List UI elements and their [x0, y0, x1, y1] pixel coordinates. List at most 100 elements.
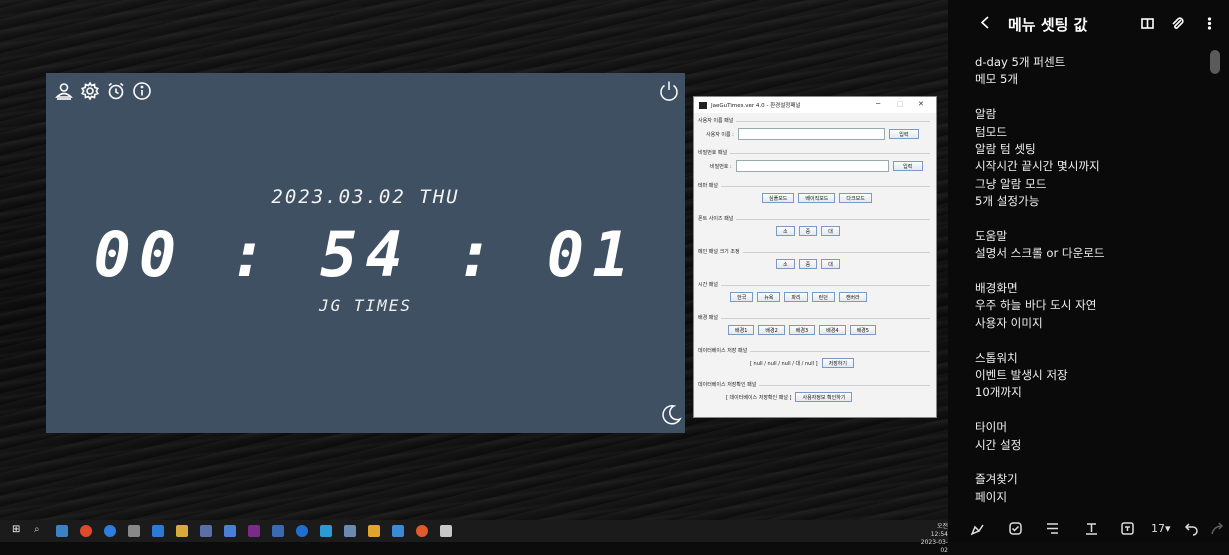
vscode-icon[interactable] — [152, 525, 164, 537]
taskbar-app-icon[interactable] — [272, 525, 284, 537]
notes-body[interactable]: d-day 5개 퍼센트 메모 5개 알람 텀모드 알람 텀 셋팅 시작시간 끝시간 몇시… — [975, 54, 1215, 506]
taskbar-app-icon[interactable] — [296, 525, 308, 537]
taskbar-app-icon[interactable] — [56, 525, 68, 537]
main-size-panel-label: 메인 패널 크기 조정 — [698, 248, 743, 255]
time-canberra-button[interactable]: 캔버라 — [838, 292, 867, 302]
close-icon[interactable]: ✕ — [918, 100, 924, 108]
theme-basic-button[interactable]: 베이직모드 — [798, 193, 836, 203]
power-icon[interactable] — [657, 79, 681, 103]
db-save-panel-label: 데이터베이스 저장 패널 — [698, 347, 751, 354]
book-icon[interactable] — [1140, 16, 1155, 35]
maximize-icon[interactable]: □ — [897, 100, 904, 108]
time-panel: 시간 패널 한국 뉴욕 파리 런던 캔버라 — [698, 281, 930, 308]
note-line — [975, 332, 1215, 349]
java-app-icon — [699, 101, 707, 109]
username-submit-button[interactable]: 입력 — [888, 129, 919, 139]
taskbar-app-icon[interactable] — [320, 525, 332, 537]
gear-icon[interactable] — [80, 81, 100, 101]
username-label: 사용자 이름 : — [706, 131, 734, 138]
notes-panel: 메뉴 셋팅 값 d-day 5개 퍼센트 메모 5개 알람 텀모드 알람 텀 셋팅 시작시… — [948, 0, 1229, 542]
background-2-button[interactable]: 배경2 — [758, 325, 785, 335]
taskbar-app-icon[interactable] — [416, 525, 428, 537]
taskbar-app-icon[interactable] — [176, 525, 188, 537]
time-korea-button[interactable]: 한국 — [730, 292, 754, 302]
db-check-panel-label: 데이터베이스 저장확인 패널 — [698, 381, 760, 388]
taskbar-app-icon[interactable] — [224, 525, 236, 537]
note-line: 이벤트 발생시 저장 — [975, 368, 1068, 383]
windows-start-icon[interactable]: ⊞ — [12, 524, 24, 536]
settings-titlebar[interactable]: JaeGuTimes.ver 4.0 - 환경설정패널 ─ □ ✕ — [694, 97, 936, 113]
text-format-icon[interactable] — [1084, 520, 1099, 536]
note-line: 메모 5개 — [975, 72, 1019, 87]
clock-brand: JG TIMES — [318, 296, 413, 315]
db-check-button[interactable]: 사용자정보 확인하기 — [795, 392, 853, 402]
redo-icon[interactable] — [1210, 520, 1225, 536]
list-format-icon[interactable] — [1045, 520, 1060, 536]
password-label: 비밀번호 : — [710, 163, 732, 170]
note-line — [975, 211, 1215, 228]
taskbar-app-icon[interactable] — [344, 525, 356, 537]
main-size-medium-button[interactable]: 중 — [798, 259, 818, 269]
note-line: 설명서 스크롤 or 다운로드 — [975, 246, 1105, 261]
theme-panel: 테마 패널 심플모드 베이직모드 다크모드 — [698, 182, 930, 209]
taskbar-app-icon[interactable] — [200, 525, 212, 537]
username-panel-label: 사용자 이름 패널 — [698, 117, 737, 124]
theme-simple-button[interactable]: 심플모드 — [762, 193, 795, 203]
file-explorer-icon[interactable] — [368, 525, 380, 537]
system-time: 오전 12:54 — [930, 523, 948, 538]
db-save-value: [ null / null / null / 대 / null ] — [750, 360, 818, 367]
time-london-button[interactable]: 런던 — [811, 292, 835, 302]
background-3-button[interactable]: 배경3 — [788, 325, 816, 335]
checkbox-icon[interactable] — [1008, 520, 1023, 536]
time-paris-button[interactable]: 파리 — [784, 292, 808, 302]
main-size-large-button[interactable]: 대 — [821, 259, 840, 269]
java-app-taskbar-icon[interactable] — [440, 525, 452, 537]
textbox-icon[interactable] — [1120, 520, 1135, 536]
note-line: 그냥 알람 모드 — [975, 176, 1047, 191]
xd-icon[interactable] — [248, 525, 260, 537]
font-size-medium-button[interactable]: 중 — [798, 226, 818, 236]
taskbar-app-icon[interactable] — [392, 525, 404, 537]
alarm-clock-icon[interactable] — [106, 81, 126, 101]
background-5-button[interactable]: 배경5 — [849, 325, 876, 335]
note-line: 텀모드 — [975, 124, 1007, 139]
note-line — [975, 263, 1215, 280]
note-line: 10개까지 — [975, 385, 1022, 400]
font-size-panel: 폰트 사이즈 패널 소 중 대 — [698, 215, 930, 242]
taskbar-app-icon[interactable] — [128, 525, 140, 537]
db-save-button[interactable]: 저장하기 — [821, 358, 855, 368]
note-line: 알람 — [975, 107, 997, 122]
chrome-icon[interactable] — [80, 525, 92, 537]
info-icon[interactable] — [132, 81, 152, 101]
background-1-button[interactable]: 배경1 — [728, 325, 755, 335]
more-vertical-icon[interactable] — [1202, 16, 1217, 35]
font-size-selector[interactable]: 17▾ — [1151, 520, 1171, 536]
main-size-small-button[interactable]: 소 — [776, 259, 795, 269]
back-icon[interactable] — [978, 15, 993, 34]
clock-app-window: 2023.03.02 THU 00 : 54 : 01 JG TIMES — [46, 73, 685, 433]
username-input[interactable] — [737, 128, 885, 140]
pen-icon[interactable] — [970, 520, 985, 536]
db-save-panel: 데이터베이스 저장 패널 [ null / null / null / 대 / … — [698, 347, 930, 374]
note-line: 즐겨찾기 — [975, 472, 1018, 487]
paperclip-icon[interactable] — [1170, 16, 1185, 35]
font-size-large-button[interactable]: 대 — [821, 226, 840, 236]
background-4-button[interactable]: 배경4 — [819, 325, 846, 335]
note-line: 시간 설정 — [975, 437, 1022, 452]
user-icon[interactable] — [54, 81, 74, 101]
system-clock[interactable]: 오전 12:54 2023-03-02 — [920, 523, 948, 555]
minimize-icon[interactable]: ─ — [876, 100, 880, 108]
font-size-small-button[interactable]: 소 — [776, 226, 795, 236]
search-icon[interactable]: ⌕ — [34, 524, 46, 536]
edge-icon[interactable] — [104, 525, 116, 537]
clock-date: 2023.03.02 THU — [271, 186, 460, 208]
password-submit-button[interactable]: 입력 — [892, 161, 923, 171]
moon-icon[interactable] — [659, 403, 682, 425]
password-input[interactable] — [735, 160, 889, 172]
notes-toolbar: 17▾ — [948, 512, 1229, 542]
time-newyork-button[interactable]: 뉴욕 — [757, 292, 781, 302]
theme-dark-button[interactable]: 다크모드 — [839, 193, 872, 203]
system-date: 2023-03-02 — [920, 539, 948, 554]
db-check-panel: 데이터베이스 저장확인 패널 [ 데이터베이스 저장확인 패널 ] 사용자정보 … — [698, 381, 930, 408]
undo-icon[interactable] — [1184, 520, 1199, 536]
